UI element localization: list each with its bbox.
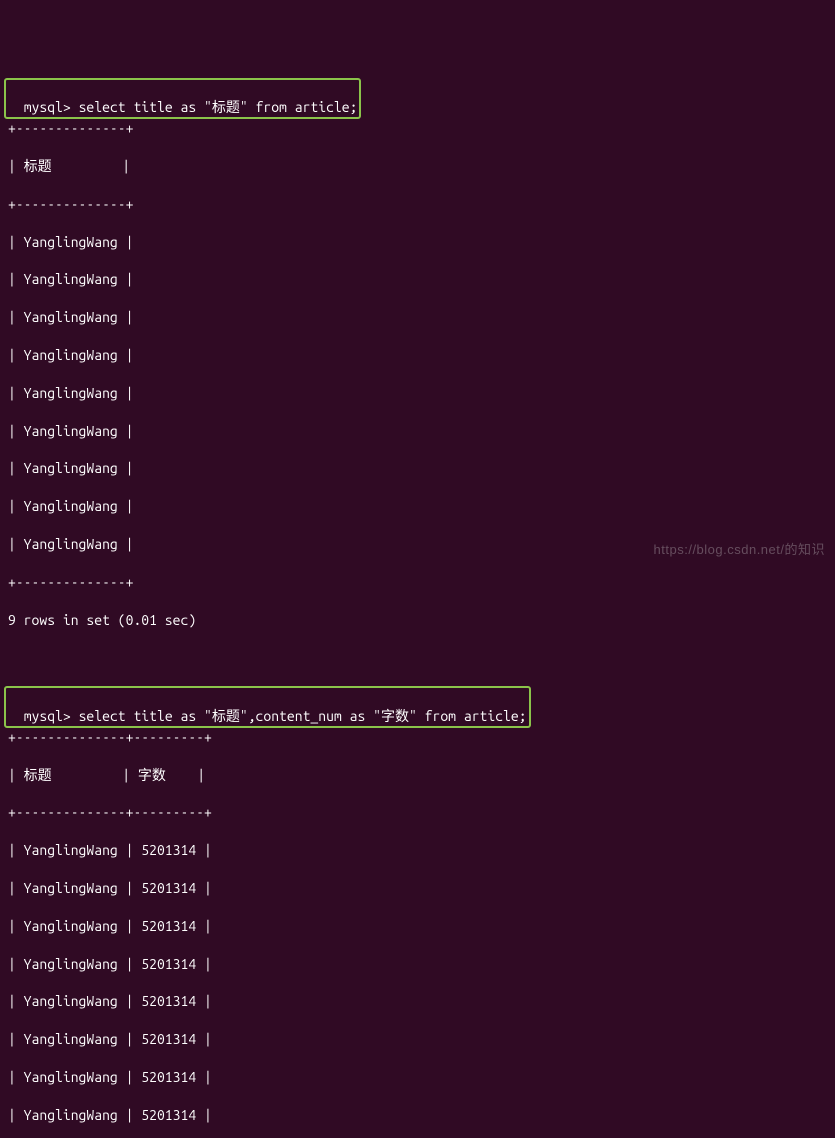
- q1-row: | YanglingWang |: [8, 308, 827, 327]
- q1-row: | YanglingWang |: [8, 233, 827, 252]
- q1-border-bot: +--------------+: [8, 573, 827, 592]
- q1-border-top: +--------------+: [8, 119, 827, 138]
- q2-row: | YanglingWang | 5201314 |: [8, 992, 827, 1011]
- q2-row: | YanglingWang | 5201314 |: [8, 1106, 827, 1125]
- q1-summary: 9 rows in set (0.01 sec): [8, 611, 827, 630]
- blank-line: [8, 648, 827, 667]
- q2-row: | YanglingWang | 5201314 |: [8, 841, 827, 860]
- query2-prompt[interactable]: mysql> select title as "标题",content_num …: [24, 708, 527, 724]
- watermark: https://blog.csdn.net/的知识: [654, 541, 825, 559]
- q1-row: | YanglingWang |: [8, 346, 827, 365]
- q1-row: | YanglingWang |: [8, 497, 827, 516]
- q1-row: | YanglingWang |: [8, 270, 827, 289]
- query1-sql: select title as "标题" from article;: [79, 99, 358, 115]
- q2-header: | 标题 | 字数 |: [8, 766, 827, 785]
- q1-row: | YanglingWang |: [8, 422, 827, 441]
- query2-highlight: mysql> select title as "标题",content_num …: [4, 686, 531, 728]
- query1-prompt[interactable]: mysql> select title as "标题" from article…: [24, 99, 358, 115]
- query2-sql: select title as "标题",content_num as "字数"…: [79, 708, 527, 724]
- mysql-prompt: mysql>: [24, 708, 79, 724]
- q2-row: | YanglingWang | 5201314 |: [8, 1030, 827, 1049]
- q2-border-top: +--------------+---------+: [8, 728, 827, 747]
- q2-border-mid: +--------------+---------+: [8, 803, 827, 822]
- q2-row: | YanglingWang | 5201314 |: [8, 917, 827, 936]
- q2-row: | YanglingWang | 5201314 |: [8, 955, 827, 974]
- q2-row: | YanglingWang | 5201314 |: [8, 1068, 827, 1087]
- q1-row: | YanglingWang |: [8, 384, 827, 403]
- q1-header: | 标题 |: [8, 157, 827, 176]
- q1-border-mid: +--------------+: [8, 195, 827, 214]
- query1-highlight: mysql> select title as "标题" from article…: [4, 78, 361, 120]
- q1-row: | YanglingWang |: [8, 459, 827, 478]
- mysql-prompt: mysql>: [24, 99, 79, 115]
- q2-row: | YanglingWang | 5201314 |: [8, 879, 827, 898]
